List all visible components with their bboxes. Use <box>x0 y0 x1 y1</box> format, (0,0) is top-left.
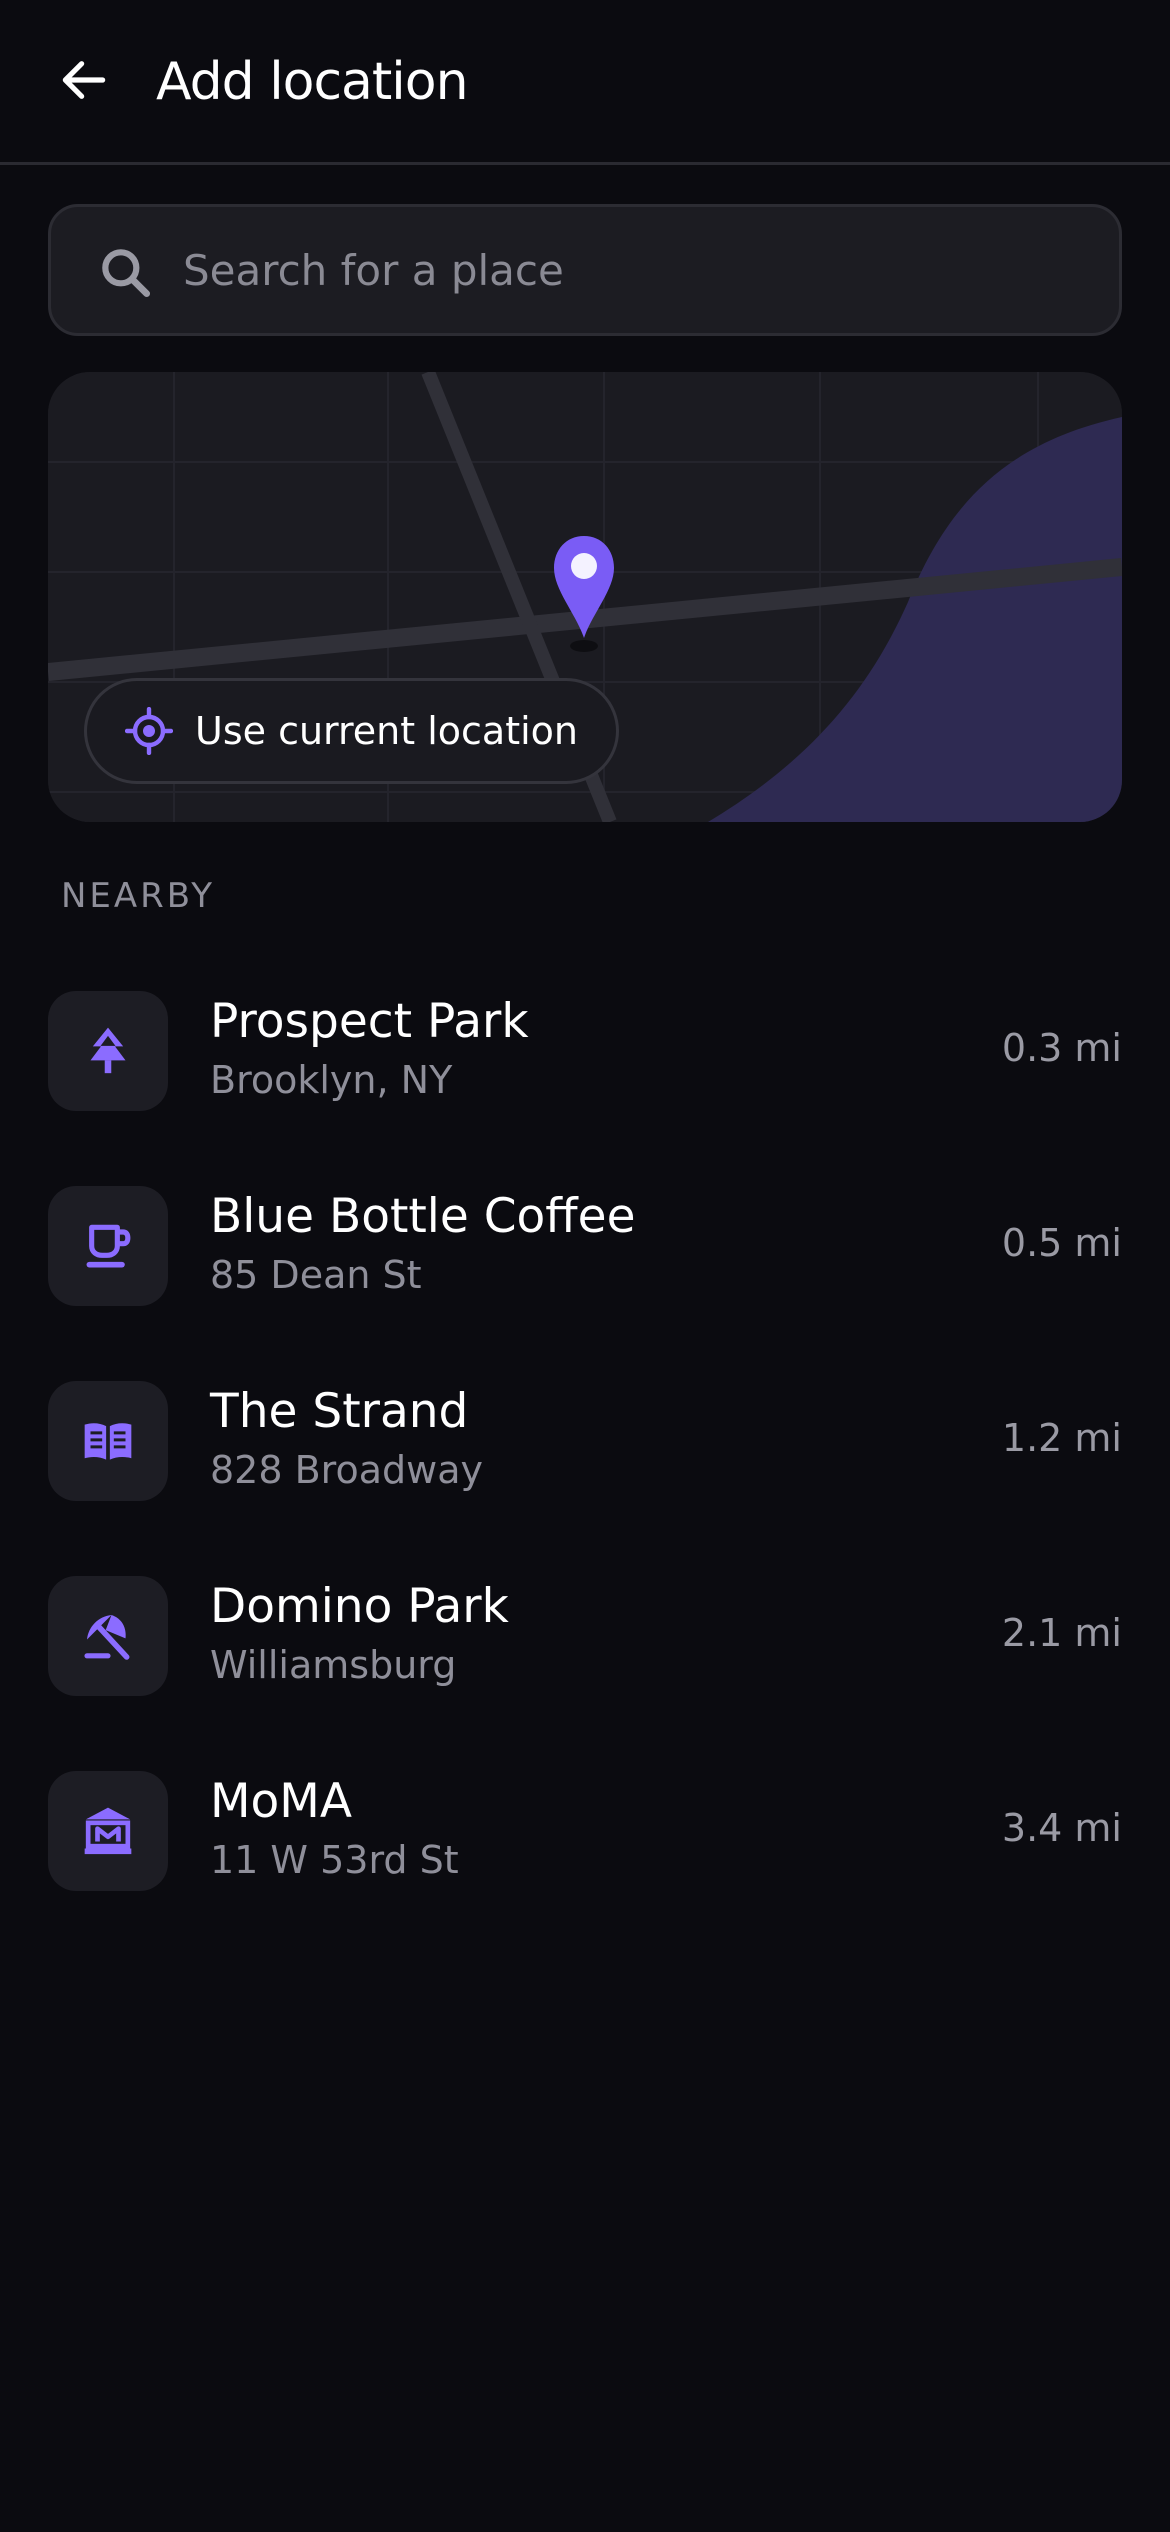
list-item[interactable]: MoMA 11 W 53rd St 3.4 mi <box>0 1760 1170 1955</box>
page-title: Add location <box>156 52 469 112</box>
list-item[interactable]: Domino Park Williamsburg 2.1 mi <box>0 1565 1170 1760</box>
place-name: Prospect Park <box>210 994 529 1049</box>
place-address: Brooklyn, NY <box>210 1058 453 1102</box>
place-name: MoMA <box>210 1774 353 1829</box>
book-icon <box>84 1423 132 1460</box>
place-icon-container <box>48 1381 168 1501</box>
list-item[interactable]: Blue Bottle Coffee 85 Dean St 0.5 mi <box>0 1175 1170 1370</box>
place-name: Domino Park <box>210 1579 509 1634</box>
place-icon-container <box>48 1186 168 1306</box>
tree-icon <box>90 1027 126 1074</box>
app-bar: Add location <box>0 0 1170 165</box>
search-field[interactable] <box>48 204 1122 336</box>
place-address: 11 W 53rd St <box>210 1838 459 1882</box>
search-input[interactable] <box>183 207 1083 333</box>
place-address: Williamsburg <box>210 1643 457 1687</box>
place-distance: 2.1 mi <box>1001 1611 1122 1655</box>
place-name: Blue Bottle Coffee <box>210 1189 636 1244</box>
place-icon-container <box>48 991 168 1111</box>
coffee-cup-icon <box>86 1224 131 1268</box>
beach-umbrella-icon <box>84 1615 130 1660</box>
nearby-section-label: NEARBY <box>61 876 216 916</box>
back-button[interactable] <box>48 44 120 116</box>
place-distance: 0.3 mi <box>1001 1026 1122 1070</box>
list-item[interactable]: The Strand 828 Broadway 1.2 mi <box>0 1370 1170 1565</box>
nearby-place-list: Prospect Park Brooklyn, NY 0.3 mi Blue B… <box>0 980 1170 1955</box>
place-address: 828 Broadway <box>210 1448 483 1492</box>
place-icon-container <box>48 1576 168 1696</box>
place-distance: 1.2 mi <box>1001 1416 1122 1460</box>
list-item[interactable]: Prospect Park Brooklyn, NY 0.3 mi <box>0 980 1170 1175</box>
place-distance: 0.5 mi <box>1001 1221 1122 1265</box>
map-preview[interactable]: Use current location <box>48 372 1122 822</box>
map-pin-icon <box>554 536 614 652</box>
place-name: The Strand <box>210 1384 469 1439</box>
museum-icon <box>84 1807 132 1855</box>
place-distance: 3.4 mi <box>1001 1806 1122 1850</box>
place-icon-container <box>48 1771 168 1891</box>
arrow-left-icon <box>62 61 106 99</box>
crosshair-icon <box>125 707 173 755</box>
place-address: 85 Dean St <box>210 1253 422 1297</box>
use-current-location-button[interactable]: Use current location <box>84 678 620 784</box>
use-current-location-label: Use current location <box>195 709 579 753</box>
search-icon <box>102 249 151 298</box>
